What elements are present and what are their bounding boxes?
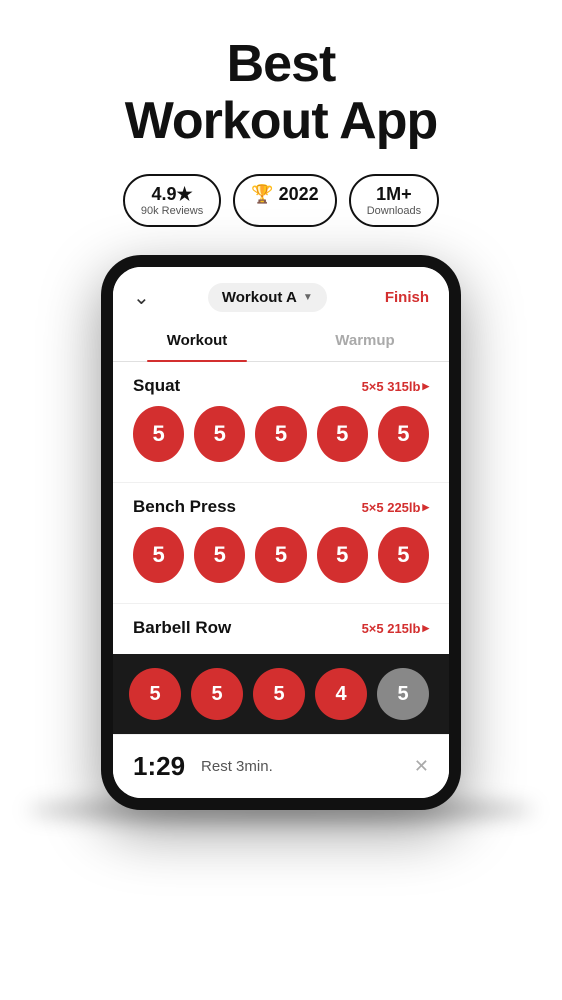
exercise-squat: Squat 5×5 315lb ▸ 5 5 5 5 5 (113, 362, 449, 482)
exercise-squat-header: Squat 5×5 315lb ▸ (133, 376, 429, 396)
bottom-sets-bar: 5 5 5 4 5 (113, 654, 449, 734)
squat-set-4[interactable]: 5 (317, 406, 368, 462)
exercise-barbellrow-info[interactable]: 5×5 215lb ▸ (362, 620, 429, 636)
bench-set-2[interactable]: 5 (194, 527, 245, 583)
squat-set-2[interactable]: 5 (194, 406, 245, 462)
phone-screen: ⌄ Workout A ▼ Finish Workout Warmup Squa… (113, 267, 449, 798)
badge-downloads-main: 1M+ (376, 184, 412, 205)
bench-set-5[interactable]: 5 (378, 527, 429, 583)
workout-selector[interactable]: Workout A ▼ (208, 283, 327, 312)
bottom-set-1[interactable]: 5 (129, 668, 181, 720)
squat-set-3[interactable]: 5 (255, 406, 306, 462)
back-chevron-icon[interactable]: ⌄ (133, 285, 150, 310)
bench-set-1[interactable]: 5 (133, 527, 184, 583)
bottom-set-4[interactable]: 4 (315, 668, 367, 720)
rest-timer-label: Rest 3min. (201, 758, 398, 775)
exercise-squat-info[interactable]: 5×5 315lb ▸ (362, 378, 429, 394)
finish-button[interactable]: Finish (385, 289, 429, 306)
phone-wrapper: ⌄ Workout A ▼ Finish Workout Warmup Squa… (0, 255, 562, 810)
rest-timer: 1:29 Rest 3min. ✕ (113, 734, 449, 798)
exercise-benchpress-name: Bench Press (133, 497, 236, 517)
badge-award-main: 🏆 2022 (251, 184, 318, 205)
bottom-set-2[interactable]: 5 (191, 668, 243, 720)
exercise-squat-name: Squat (133, 376, 180, 396)
exercise-detail-arrow-icon2: ▸ (422, 499, 429, 515)
bottom-set-3[interactable]: 5 (253, 668, 305, 720)
tab-workout[interactable]: Workout (113, 320, 281, 361)
tabs-row: Workout Warmup (113, 320, 449, 362)
badge-rating: 4.9★ 90k Reviews (123, 174, 221, 227)
badge-rating-sub: 90k Reviews (141, 205, 203, 217)
exercise-detail-arrow-icon3: ▸ (422, 620, 429, 636)
exercise-benchpress-header: Bench Press 5×5 225lb ▸ (133, 497, 429, 517)
exercise-benchpress-info[interactable]: 5×5 225lb ▸ (362, 499, 429, 515)
badge-rating-main: 4.9★ (151, 184, 192, 205)
badge-award: 🏆 2022 (233, 174, 336, 227)
exercise-benchpress: Bench Press 5×5 225lb ▸ 5 5 5 5 5 (113, 483, 449, 603)
tab-warmup[interactable]: Warmup (281, 320, 449, 361)
squat-sets-row: 5 5 5 5 5 (133, 406, 429, 476)
phone-mockup: ⌄ Workout A ▼ Finish Workout Warmup Squa… (101, 255, 461, 810)
phone-topbar: ⌄ Workout A ▼ Finish (113, 267, 449, 320)
squat-set-1[interactable]: 5 (133, 406, 184, 462)
exercise-barbellrow: Barbell Row 5×5 215lb ▸ (113, 604, 449, 654)
dropdown-arrow-icon: ▼ (303, 292, 313, 303)
exercise-barbellrow-name: Barbell Row (133, 618, 231, 638)
bench-set-3[interactable]: 5 (255, 527, 306, 583)
squat-set-5[interactable]: 5 (378, 406, 429, 462)
exercise-detail-arrow-icon: ▸ (422, 378, 429, 394)
header: Best Workout App (105, 0, 458, 174)
bench-set-4[interactable]: 5 (317, 527, 368, 583)
badge-downloads-sub: Downloads (367, 205, 421, 217)
rest-timer-close-icon[interactable]: ✕ (414, 756, 429, 777)
benchpress-sets-row: 5 5 5 5 5 (133, 527, 429, 597)
badges-row: 4.9★ 90k Reviews 🏆 2022 1M+ Downloads (103, 174, 459, 227)
exercise-barbellrow-header: Barbell Row 5×5 215lb ▸ (133, 618, 429, 638)
app-title: Best Workout App (125, 36, 438, 150)
workout-name: Workout A (222, 289, 297, 306)
bottom-set-5[interactable]: 5 (377, 668, 429, 720)
rest-timer-time: 1:29 (133, 751, 185, 782)
badge-downloads: 1M+ Downloads (349, 174, 439, 227)
